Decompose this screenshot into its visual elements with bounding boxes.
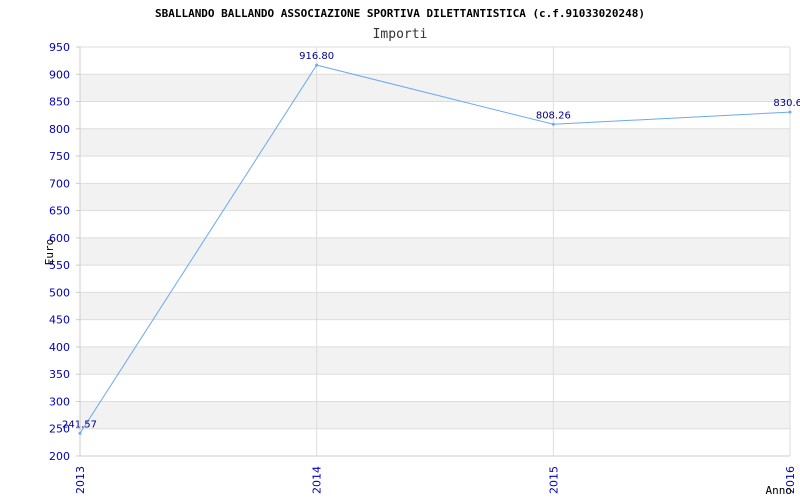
y-tick-label: 800 xyxy=(49,123,70,136)
chart-title: SBALLANDO BALLANDO ASSOCIAZIONE SPORTIVA… xyxy=(155,7,645,20)
y-tick-label: 750 xyxy=(49,150,70,163)
data-label: 830.6 xyxy=(773,98,800,109)
grid-band xyxy=(80,346,790,375)
grid-band xyxy=(80,183,790,211)
line-chart: SBALLANDO BALLANDO ASSOCIAZIONE SPORTIVA… xyxy=(43,7,800,497)
y-tick-label: 450 xyxy=(49,314,70,327)
x-axis-label: Anno xyxy=(766,484,793,497)
x-tick-label: 2013 xyxy=(74,466,87,494)
y-tick-label: 900 xyxy=(49,68,70,81)
x-tick-labels: 2013 2014 2015 2016 xyxy=(74,466,797,494)
y-tick-label: 350 xyxy=(49,368,70,381)
grid-band xyxy=(80,401,790,429)
grid-band xyxy=(80,292,790,320)
chart-subtitle: Importi xyxy=(373,27,428,42)
grid-band xyxy=(80,237,790,266)
y-tick-label: 300 xyxy=(49,395,70,408)
data-point xyxy=(551,122,555,126)
x-tick-label: 2015 xyxy=(547,466,560,494)
y-tick-label: 850 xyxy=(49,96,70,109)
y-tick-label: 400 xyxy=(49,341,70,354)
data-point xyxy=(788,110,792,114)
x-tick-label: 2014 xyxy=(311,466,324,494)
y-tick-label: 650 xyxy=(49,205,70,218)
data-point xyxy=(315,63,319,67)
data-label: 241.57 xyxy=(62,419,97,430)
y-tick-label: 500 xyxy=(49,286,70,299)
grid-band xyxy=(80,128,790,157)
data-point xyxy=(78,431,82,435)
grid-bands xyxy=(80,74,790,429)
y-axis-label: Euro xyxy=(43,239,56,266)
y-tick-label: 200 xyxy=(49,450,70,463)
grid-band xyxy=(80,74,790,102)
y-tick-label: 950 xyxy=(49,41,70,54)
data-label: 916.80 xyxy=(299,51,334,62)
y-tick-label: 700 xyxy=(49,177,70,190)
data-label: 808.26 xyxy=(536,110,571,121)
